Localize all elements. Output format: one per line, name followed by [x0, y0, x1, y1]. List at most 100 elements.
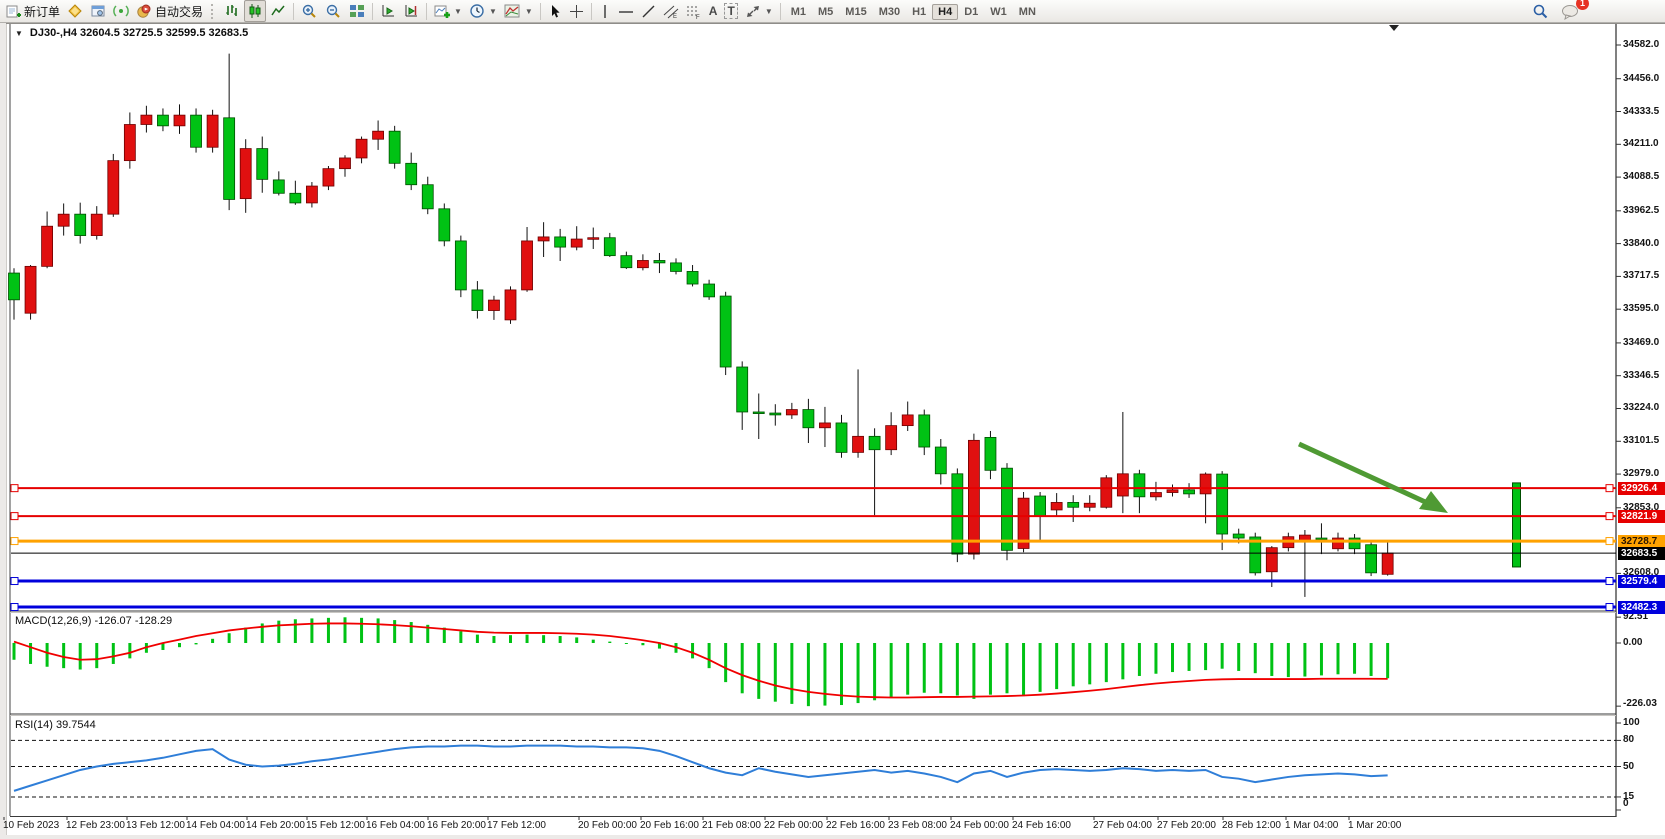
- horizontal-line-object[interactable]: [11, 513, 1616, 520]
- templates-button[interactable]: ▼: [501, 1, 536, 21]
- search-button[interactable]: [1529, 1, 1552, 21]
- timeframe-button-D1[interactable]: D1: [958, 4, 984, 20]
- vertical-line-tool-button[interactable]: [596, 1, 614, 21]
- macd-histogram: [13, 617, 1390, 706]
- channel-icon: E: [663, 4, 679, 19]
- line-handle: [1606, 604, 1613, 611]
- horizontal-line-object[interactable]: [11, 604, 1616, 611]
- vertical-line-icon: [599, 4, 611, 19]
- terminal-button[interactable]: [87, 1, 109, 21]
- trendline-icon: [641, 4, 656, 19]
- line-handle: [1606, 578, 1613, 585]
- arrows-tool-button[interactable]: ▼: [742, 1, 776, 21]
- auto-scroll-button[interactable]: [377, 1, 399, 21]
- toolbar-separator: [426, 3, 427, 20]
- line-handle: [11, 578, 18, 585]
- line-handle: [1606, 513, 1613, 520]
- line-handle: [11, 604, 18, 611]
- line-chart-icon: [270, 3, 286, 19]
- search-icon: [1532, 3, 1549, 20]
- line-handle: [11, 485, 18, 492]
- auto-trading-button[interactable]: 自动交易: [133, 1, 206, 21]
- text-tool-icon: A: [709, 4, 718, 18]
- toolbar-right-group: 1: [1529, 1, 1583, 21]
- dropdown-caret-icon: ▼: [489, 7, 497, 16]
- toolbar-grip: [211, 4, 216, 19]
- auto-trading-icon: [136, 3, 152, 19]
- terminal-icon: [90, 3, 106, 19]
- notifications-button[interactable]: 1: [1558, 1, 1583, 21]
- fibonacci-tool-button[interactable]: F: [683, 1, 705, 21]
- text-label-tool-button[interactable]: T: [721, 1, 740, 21]
- timeframe-button-M15[interactable]: M15: [839, 4, 872, 20]
- new-order-icon: [6, 4, 21, 19]
- trend-arrow-annotation: [1299, 444, 1434, 506]
- timeframe-button-M30[interactable]: M30: [873, 4, 906, 20]
- zoom-in-icon: [301, 3, 318, 20]
- signal-icon: [113, 3, 129, 19]
- horizontal-line-tool-button[interactable]: [615, 1, 637, 21]
- chart-shift-marker: [1389, 25, 1399, 31]
- cursor-icon: [548, 4, 562, 19]
- candlestick-chart-type-button[interactable]: [244, 0, 266, 22]
- dropdown-caret-icon: ▼: [454, 7, 462, 16]
- toolbar-separator: [591, 3, 592, 20]
- price-scale[interactable]: [1617, 23, 1665, 817]
- toolbar-separator: [293, 3, 294, 20]
- bar-chart-type-button[interactable]: [221, 1, 243, 21]
- chart-area[interactable]: [0, 0, 1665, 839]
- indicators-add-icon: [434, 3, 450, 19]
- line-handle: [1606, 538, 1613, 545]
- horizontal-line-object[interactable]: [11, 485, 1616, 492]
- market-watch-icon: [67, 3, 83, 19]
- equidistant-channel-tool-button[interactable]: E: [660, 1, 682, 21]
- time-scale[interactable]: [6, 817, 1617, 835]
- dropdown-caret-icon: ▼: [765, 7, 773, 16]
- bar-chart-icon: [224, 3, 240, 19]
- toolbar-separator: [780, 3, 781, 20]
- toolbar-separator: [540, 3, 541, 20]
- right-edge-candle: [1513, 483, 1521, 567]
- timeframe-button-M5[interactable]: M5: [812, 4, 839, 20]
- timeframe-button-W1[interactable]: W1: [984, 4, 1013, 20]
- rsi-line: [14, 746, 1388, 791]
- timeframe-button-H4[interactable]: H4: [932, 4, 958, 20]
- indicators-button[interactable]: ▼: [431, 1, 465, 21]
- dropd own-caret-icon: ▼: [525, 7, 533, 16]
- trendline-tool-button[interactable]: [638, 1, 659, 21]
- horizontal-line-object[interactable]: [11, 538, 1616, 545]
- new-order-button[interactable]: 新订单: [3, 1, 63, 21]
- market-watch-button[interactable]: [64, 1, 86, 21]
- zoom-out-button[interactable]: [322, 1, 345, 21]
- candlestick-icon: [247, 3, 263, 19]
- toolbar: 新订单 自动交易: [0, 0, 1665, 23]
- timeframe-button-MN[interactable]: MN: [1013, 4, 1042, 20]
- text-tool-button[interactable]: A: [706, 1, 721, 21]
- notification-count-badge: 1: [1576, 0, 1589, 10]
- mt4-window: 新订单 自动交易: [0, 0, 1665, 839]
- timeframe-button-M1[interactable]: M1: [785, 4, 812, 20]
- new-order-label: 新订单: [24, 3, 60, 20]
- timeframe-button-H1[interactable]: H1: [906, 4, 932, 20]
- periods-button[interactable]: ▼: [466, 1, 500, 21]
- fibonacci-icon: F: [686, 4, 702, 19]
- toolbar-separator: [372, 3, 373, 20]
- chart-shift-icon: [403, 3, 419, 19]
- line-chart-type-button[interactable]: [267, 1, 289, 21]
- text-label-icon: T: [724, 3, 737, 19]
- fibo-glyph: F: [696, 15, 700, 19]
- signals-button[interactable]: [110, 1, 132, 21]
- chart-shift-button[interactable]: [400, 1, 422, 21]
- crosshair-button[interactable]: [566, 1, 587, 21]
- macd-signal-line: [14, 623, 1388, 697]
- cursor-button[interactable]: [545, 1, 565, 21]
- channel-glyph: E: [673, 14, 677, 19]
- horizontal-line-object[interactable]: [11, 578, 1616, 585]
- auto-trading-label: 自动交易: [155, 3, 203, 20]
- zoom-in-button[interactable]: [298, 1, 321, 21]
- zoom-out-icon: [325, 3, 342, 20]
- horizontal-line-icon: [618, 4, 634, 19]
- timeframe-bar: M1M5M15M30H1H4D1W1MN: [785, 2, 1042, 20]
- line-handle: [11, 513, 18, 520]
- tile-windows-button[interactable]: [346, 1, 368, 21]
